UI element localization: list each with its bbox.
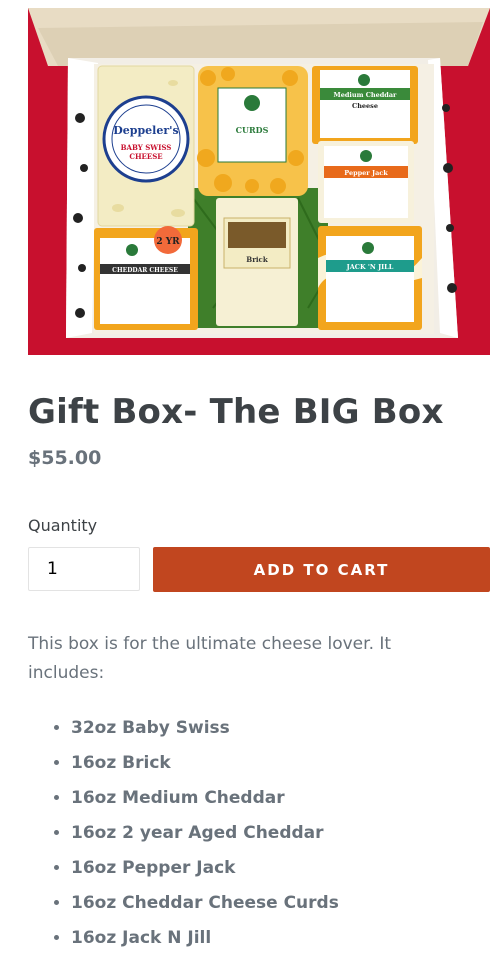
label-medium-cheddar-cheese: Cheese — [352, 102, 378, 110]
quantity-label: Quantity — [28, 516, 98, 535]
product-price: $55.00 — [28, 447, 102, 469]
add-to-cart-button[interactable]: ADD TO CART — [153, 547, 490, 592]
quantity-input[interactable] — [28, 547, 140, 591]
label-brick: Brick — [246, 255, 268, 264]
label-medium-cheddar: Medium Cheddar — [334, 91, 398, 99]
list-item: 16oz Pepper Jack — [71, 851, 339, 886]
list-item: 16oz Cheddar Cheese Curds — [71, 886, 339, 921]
label-baby-swiss-cheese: CHEESE — [129, 152, 162, 161]
product-description: This box is for the ultimate cheese love… — [28, 634, 392, 683]
list-item: 16oz 2 year Aged Cheddar — [71, 816, 339, 851]
included-items-list: 32oz Baby Swiss 16oz Brick 16oz Medium C… — [53, 711, 339, 956]
product-title: Gift Box- The BIG Box — [28, 392, 444, 432]
list-item: 16oz Medium Cheddar — [71, 781, 339, 816]
label-curds: CURDS — [236, 125, 269, 135]
list-item: 16oz Jack N Jill — [71, 921, 339, 956]
cheese-gift-box-photo: Deppeler's BABY SWISS CHEESE CURDS Mediu… — [28, 8, 490, 355]
list-item: 32oz Baby Swiss — [71, 711, 339, 746]
label-cheddar-cheese: CHEDDAR CHEESE — [112, 267, 178, 274]
label-2yr: 2 YR — [156, 237, 180, 247]
product-page: Deppeler's BABY SWISS CHEESE CURDS Mediu… — [0, 0, 500, 960]
label-pepper-jack: Pepper Jack — [344, 169, 388, 177]
list-item: 16oz Brick — [71, 746, 339, 781]
label-jack-n-jill: JACK 'N JILL — [346, 263, 394, 271]
product-image[interactable]: Deppeler's BABY SWISS CHEESE CURDS Mediu… — [28, 8, 490, 355]
label-baby-swiss: BABY SWISS — [121, 143, 172, 152]
label-deppelers: Deppeler's — [113, 124, 178, 137]
